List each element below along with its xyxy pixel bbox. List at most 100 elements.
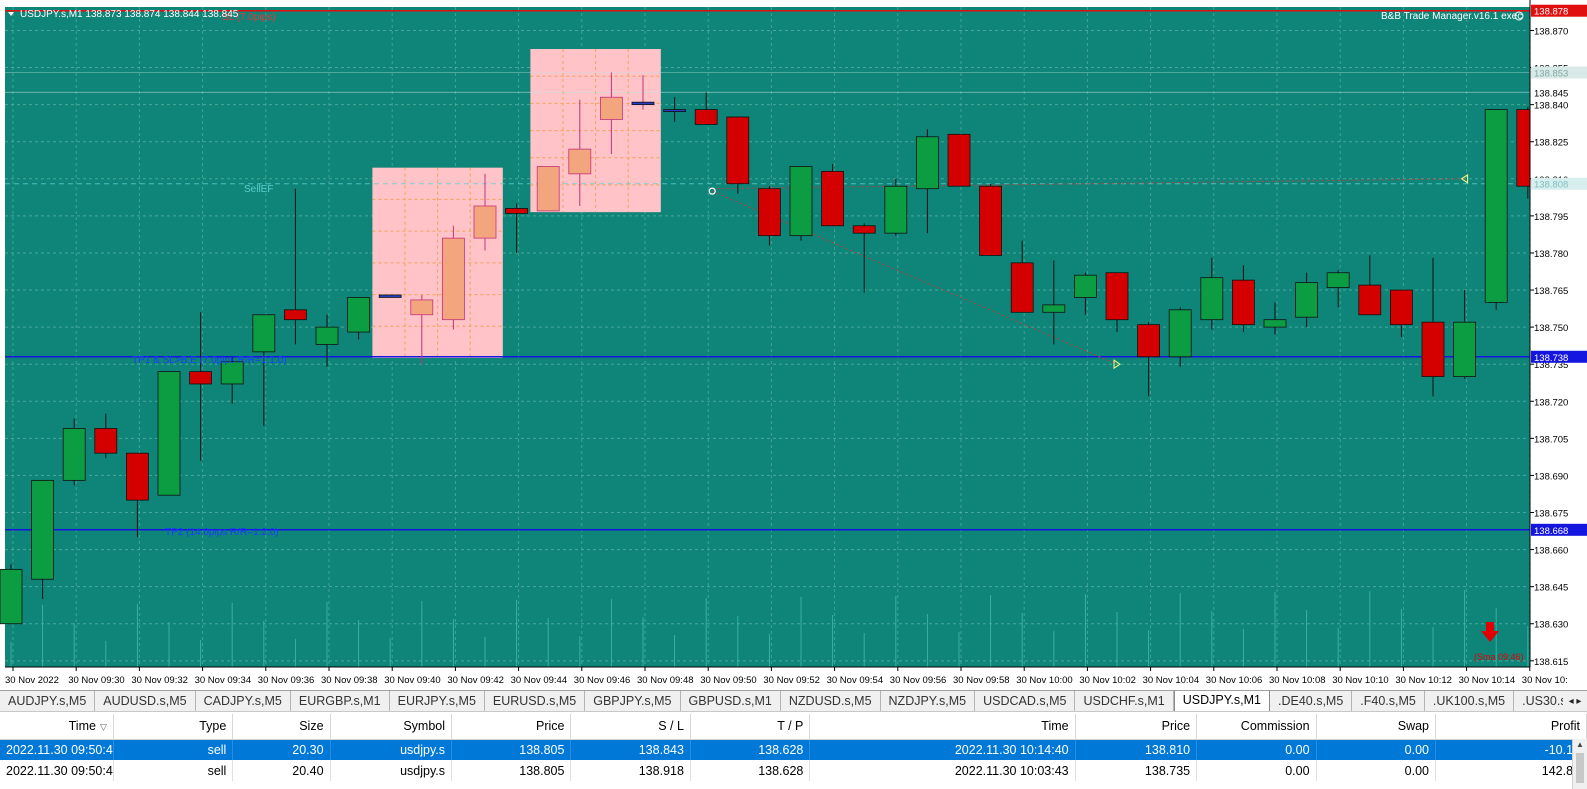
candle-body[interactable] bbox=[1326, 272, 1350, 288]
candle-body[interactable] bbox=[0, 568, 23, 625]
candle-body[interactable] bbox=[568, 148, 592, 175]
candle-body[interactable] bbox=[126, 452, 149, 501]
candle-body[interactable] bbox=[473, 205, 497, 239]
candle-body[interactable] bbox=[1484, 109, 1508, 303]
candle-body[interactable] bbox=[1074, 274, 1097, 298]
price-tick-label: 138.765 bbox=[1534, 286, 1568, 297]
candle-body[interactable] bbox=[1010, 262, 1034, 313]
candle-body[interactable] bbox=[505, 208, 529, 214]
cell-open-time: 2022.11.30 09:50:43 bbox=[0, 739, 114, 760]
table-scrollbar[interactable]: ▲ bbox=[1572, 739, 1587, 789]
candle-body[interactable] bbox=[1295, 282, 1318, 318]
candle-body[interactable] bbox=[1453, 321, 1476, 377]
cell-size: 20.30 bbox=[232, 739, 331, 760]
candle-body[interactable] bbox=[31, 479, 55, 580]
scroll-up-icon[interactable]: ▲ bbox=[1573, 739, 1587, 751]
candle-body[interactable] bbox=[1105, 272, 1129, 321]
tab-gbpusd[interactable]: GBPUSD.s,M1 bbox=[681, 691, 781, 711]
candle-body[interactable] bbox=[694, 109, 718, 125]
candle-body[interactable] bbox=[1263, 319, 1287, 328]
col-close-time[interactable]: Time bbox=[809, 714, 1076, 740]
tab-nzdjpy[interactable]: NZDJPY.s,M5 bbox=[881, 691, 976, 711]
candle-body[interactable] bbox=[378, 294, 402, 298]
col-open-price[interactable]: Price bbox=[451, 714, 572, 740]
candle-body[interactable] bbox=[600, 96, 623, 120]
candle-body[interactable] bbox=[536, 166, 560, 212]
candle-body[interactable] bbox=[1137, 324, 1160, 358]
time-tick-label: 30 Nov 09:52 bbox=[763, 675, 820, 686]
candle-body[interactable] bbox=[1200, 277, 1224, 321]
scrollbar-thumb[interactable] bbox=[1576, 753, 1584, 783]
candle-body[interactable] bbox=[283, 309, 307, 321]
candle-body[interactable] bbox=[1168, 309, 1192, 358]
candle-body[interactable] bbox=[157, 371, 181, 496]
price-chart[interactable]: (Sma 09:46) SL (7.0pips) TP1 & SL>B.E (7.0… bbox=[0, 0, 1587, 690]
col-close-price[interactable]: Price bbox=[1075, 714, 1198, 740]
tab-audjpy[interactable]: AUDJPY.s,M5 bbox=[0, 691, 96, 711]
candle-body[interactable] bbox=[1042, 304, 1066, 313]
candle-body[interactable] bbox=[1232, 279, 1255, 326]
price-tick-label: 138.870 bbox=[1534, 26, 1568, 37]
candle-body[interactable] bbox=[726, 116, 750, 185]
candle-body[interactable] bbox=[979, 185, 1002, 256]
tp1-price-tag: 138.738 bbox=[1534, 353, 1568, 364]
price-tick-label: 138.840 bbox=[1534, 101, 1568, 112]
candle-body[interactable] bbox=[1421, 321, 1445, 377]
tab-usdcad[interactable]: USDCAD.s,M5 bbox=[975, 691, 1076, 711]
candle-body[interactable] bbox=[631, 101, 655, 106]
table-row[interactable]: 2022.11.30 09:50:43 sell 20.30 usdjpy.s … bbox=[0, 739, 1587, 760]
col-sl[interactable]: S / L bbox=[570, 714, 691, 740]
tab-nzdusd[interactable]: NZDUSD.s,M5 bbox=[781, 691, 881, 711]
col-tp[interactable]: T / P bbox=[690, 714, 811, 740]
candle-body[interactable] bbox=[1358, 284, 1382, 316]
col-type[interactable]: Type bbox=[113, 714, 234, 740]
candle-body[interactable] bbox=[821, 170, 844, 227]
col-symbol[interactable]: Symbol bbox=[330, 714, 453, 740]
candle-body[interactable] bbox=[94, 428, 118, 454]
candle-body[interactable] bbox=[315, 326, 339, 345]
cell-sl: 138.843 bbox=[570, 739, 691, 760]
price-tick-label: 138.690 bbox=[1534, 471, 1568, 482]
tab-f40[interactable]: .F40.s,M5 bbox=[1352, 691, 1425, 711]
col-commission[interactable]: Commission bbox=[1196, 714, 1317, 740]
candle-body[interactable] bbox=[758, 188, 781, 237]
tp1-label: TP1 & SL>B.E (7.0pips R/R=1:1.0) bbox=[132, 355, 287, 366]
tab-gbpjpy[interactable]: GBPJPY.s,M5 bbox=[585, 691, 681, 711]
tab-usdchf[interactable]: USDCHF.s,M1 bbox=[1075, 691, 1174, 711]
tab-de40[interactable]: .DE40.s,M5 bbox=[1270, 691, 1353, 711]
time-tick-label: 30 Nov 09:54 bbox=[827, 675, 884, 686]
candle-body[interactable] bbox=[663, 109, 686, 112]
tab-cadjpy[interactable]: CADJPY.s,M5 bbox=[196, 691, 291, 711]
candle-body[interactable] bbox=[947, 133, 971, 187]
candle-body[interactable] bbox=[1390, 289, 1413, 326]
time-tick-label: 30 Nov 2022 bbox=[5, 675, 59, 686]
col-open-time[interactable]: Time ▽ bbox=[0, 714, 114, 740]
candle-body[interactable] bbox=[884, 185, 908, 234]
candle-body[interactable] bbox=[916, 136, 939, 190]
price-tick-label: 138.645 bbox=[1534, 583, 1568, 594]
tab-audusd[interactable]: AUDUSD.s,M5 bbox=[95, 691, 196, 711]
tab-uk100[interactable]: .UK100.s,M5 bbox=[1425, 691, 1515, 711]
cell-open-price: 138.805 bbox=[451, 739, 572, 760]
candle-body[interactable] bbox=[441, 237, 465, 321]
candlestick-chart[interactable]: (Sma 09:46)SL (7.0pips)TP1 & SL>B.E (7.0… bbox=[0, 0, 1587, 690]
candle-body[interactable] bbox=[252, 314, 276, 353]
tab-eurgbp[interactable]: EURGBP.s,M1 bbox=[291, 691, 390, 711]
tab-usdjpy[interactable]: USDJPY.s,M1 bbox=[1173, 691, 1270, 711]
tab-scroll-arrows[interactable]: ◂ ▸ bbox=[1563, 691, 1587, 711]
candle-body[interactable] bbox=[347, 297, 371, 333]
col-swap[interactable]: Swap bbox=[1316, 714, 1437, 740]
candle-body[interactable] bbox=[789, 166, 813, 237]
candle-body[interactable] bbox=[410, 299, 434, 316]
col-size[interactable]: Size bbox=[232, 714, 331, 740]
table-row[interactable]: 2022.11.30 09:50:43 sell 20.40 usdjpy.s … bbox=[0, 760, 1587, 781]
cell-close-price: 138.810 bbox=[1075, 739, 1198, 760]
time-tick-label: 30 Nov 09:36 bbox=[258, 675, 315, 686]
candle-body[interactable] bbox=[852, 225, 876, 234]
candle-body[interactable] bbox=[189, 371, 213, 385]
candle-body[interactable] bbox=[62, 428, 86, 481]
tab-eurusd[interactable]: EURUSD.s,M5 bbox=[485, 691, 586, 711]
tab-eurjpy[interactable]: EURJPY.s,M5 bbox=[390, 691, 485, 711]
col-profit[interactable]: Profit bbox=[1435, 714, 1587, 740]
cell-type: sell bbox=[113, 760, 234, 781]
